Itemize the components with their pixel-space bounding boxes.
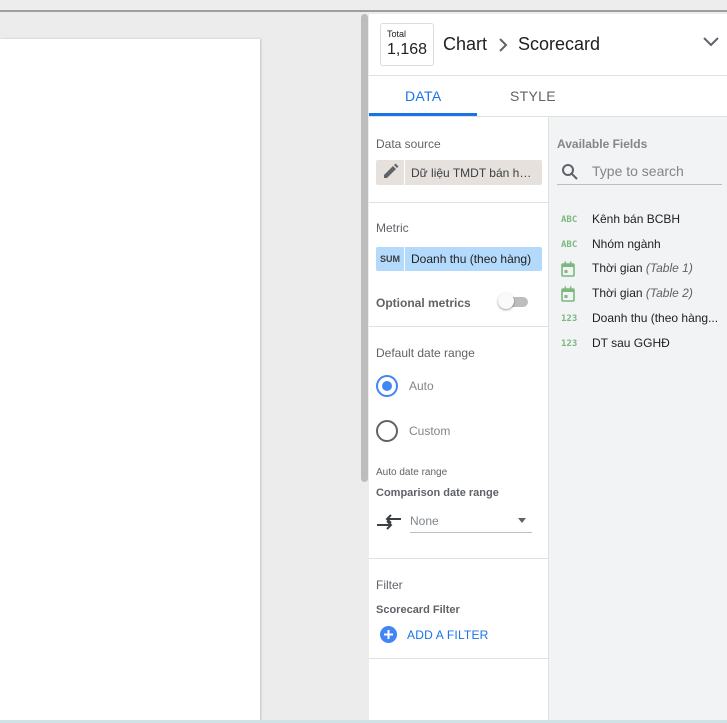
panel-header: Total 1,168 Chart Scorecard	[369, 14, 727, 76]
radio-auto-label[interactable]: Auto	[409, 379, 434, 393]
section-divider	[369, 558, 548, 559]
calendar-icon	[561, 286, 581, 305]
tab-style[interactable]: STYLE	[510, 88, 556, 104]
data-settings-column: Data source Dữ liệu TMDT bán hàng Metric…	[369, 117, 548, 720]
breadcrumb-chevron-icon	[498, 36, 508, 57]
breadcrumb-chart: Chart	[443, 34, 488, 54]
thumbnail-total-value: 1,168	[387, 41, 428, 58]
data-source-chip[interactable]: Dữ liệu TMDT bán hàng	[376, 160, 542, 185]
data-source-title: Data source	[376, 137, 441, 151]
add-filter-button[interactable]: ADD A FILTER	[407, 628, 489, 642]
field-label: Doanh thu (theo hàng...	[592, 311, 719, 325]
tab-data[interactable]: DATA	[405, 88, 441, 104]
radio-auto[interactable]	[376, 375, 398, 397]
caret-down-icon	[518, 518, 526, 523]
metric-aggregation[interactable]: SUM	[376, 247, 405, 271]
comparison-date-range-label: Comparison date range	[376, 487, 499, 499]
metric-field-name: Doanh thu (theo hàng)	[411, 252, 532, 266]
field-item[interactable]: ABC Kênh bán BCBH	[549, 209, 727, 233]
properties-panel: Total 1,168 Chart Scorecard DATA STYLE D…	[369, 14, 727, 720]
text-type-icon: ABC	[561, 240, 578, 250]
pencil-icon[interactable]	[376, 160, 405, 185]
search-icon	[561, 163, 579, 186]
window-top-edge	[0, 0, 727, 12]
add-circle-icon[interactable]	[380, 626, 397, 643]
data-source-name: Dữ liệu TMDT bán hàng	[411, 166, 533, 180]
section-divider	[369, 658, 548, 659]
number-type-icon: 123	[561, 339, 578, 349]
text-type-icon: ABC	[561, 215, 578, 225]
compare-arrows-icon	[376, 512, 402, 537]
default-date-range-title: Default date range	[376, 346, 475, 360]
field-label: Nhóm ngành	[592, 237, 661, 251]
field-item[interactable]: Thời gian (Table 1)	[549, 258, 727, 282]
field-item[interactable]: Thời gian (Table 2)	[549, 283, 727, 307]
comparison-selected-value: None	[410, 514, 439, 528]
scorecard-filter-label: Scorecard Filter	[376, 604, 460, 616]
field-search-input[interactable]	[592, 162, 720, 180]
section-divider	[369, 326, 548, 327]
radio-custom-label[interactable]: Custom	[409, 424, 450, 438]
field-label: DT sau GGHĐ	[592, 336, 670, 350]
toggle-knob[interactable]	[498, 293, 514, 309]
calendar-icon	[561, 261, 581, 280]
optional-metrics-label: Optional metrics	[376, 296, 471, 310]
comparison-date-range-select[interactable]: None	[410, 511, 532, 533]
field-label: Kênh bán BCBH	[592, 212, 681, 226]
chevron-down-icon[interactable]	[702, 35, 722, 51]
filter-title: Filter	[376, 578, 403, 592]
active-tab-indicator	[369, 113, 477, 116]
number-type-icon: 123	[561, 314, 578, 324]
field-item[interactable]: 123 Doanh thu (theo hàng...	[549, 308, 727, 332]
field-label: Thời gian (Table 1)	[592, 261, 693, 275]
field-search	[557, 160, 722, 185]
metric-chip[interactable]: SUM Doanh thu (theo hàng)	[376, 247, 542, 271]
available-fields-column: Available Fields ABC Kênh bán BCBH ABC N…	[548, 117, 727, 720]
auto-date-range-label: Auto date range	[376, 467, 448, 478]
canvas-scrollbar[interactable]	[361, 14, 368, 482]
field-label: Thời gian (Table 2)	[592, 286, 693, 300]
breadcrumb-scorecard: Scorecard	[518, 34, 601, 54]
scorecard-thumbnail[interactable]: Total 1,168	[380, 23, 434, 66]
report-canvas-page[interactable]	[0, 39, 260, 721]
field-item[interactable]: ABC Nhóm ngành	[549, 234, 727, 258]
field-item[interactable]: 123 DT sau GGHĐ	[549, 333, 727, 357]
radio-custom[interactable]	[376, 420, 398, 442]
section-divider	[369, 202, 548, 203]
thumbnail-total-label: Total	[387, 29, 407, 39]
available-fields-title: Available Fields	[557, 137, 648, 151]
panel-tabs: DATA STYLE	[369, 76, 727, 117]
metric-title: Metric	[376, 221, 409, 235]
